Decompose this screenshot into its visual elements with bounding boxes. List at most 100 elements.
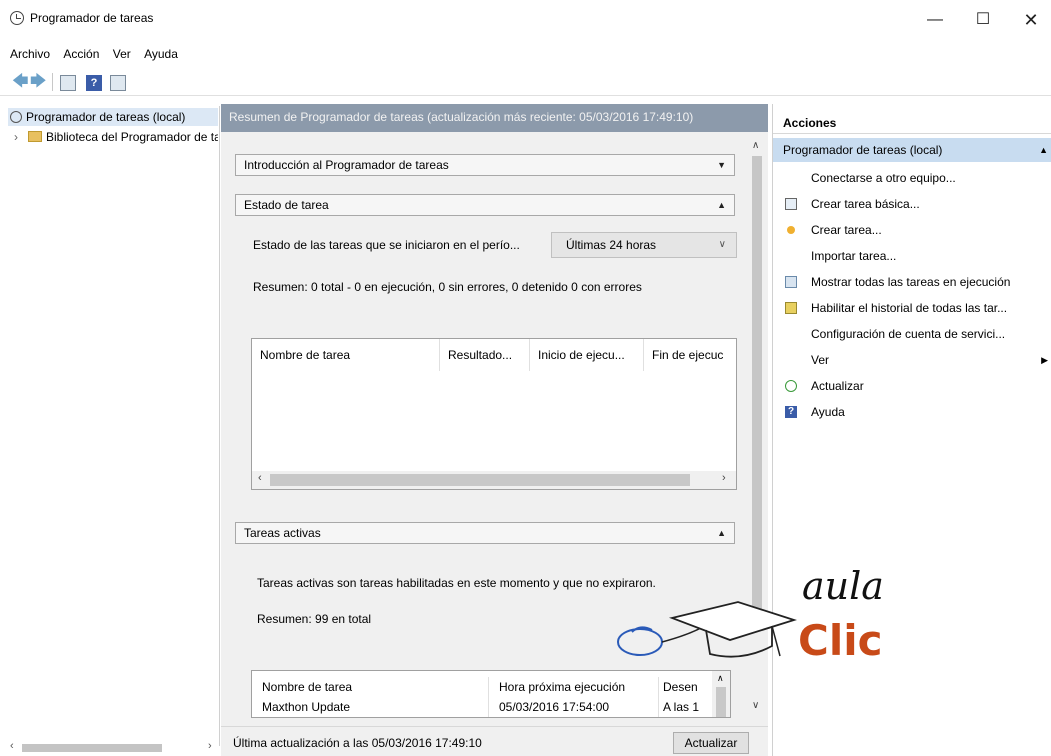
- table-header: Nombre de tarea Hora próxima ejecución D…: [252, 677, 730, 697]
- action-label: Mostrar todas las tareas en ejecución: [811, 275, 1011, 289]
- action-connect[interactable]: Conectarse a otro equipo...: [773, 166, 1051, 190]
- history-icon: [785, 302, 797, 314]
- show-hide-action-pane-icon[interactable]: [110, 75, 126, 91]
- logo-text-aula: aula: [802, 564, 884, 608]
- title-bar: Programador de tareas — ☐ ✕: [0, 0, 1051, 40]
- menu-ver[interactable]: Ver: [109, 44, 135, 64]
- basic-task-icon: [785, 198, 797, 210]
- column-header[interactable]: Fin de ejecuc: [644, 339, 736, 371]
- scroll-right-icon[interactable]: ›: [208, 740, 212, 752]
- maximize-button[interactable]: ☐: [960, 8, 1006, 32]
- activas-summary: Resumen: 99 en total: [257, 612, 372, 626]
- task-name-cell: Maxthon Update: [262, 700, 351, 714]
- submenu-arrow-icon: ▶: [1041, 355, 1048, 365]
- logo-text-clic: Clic: [798, 616, 883, 665]
- column-header[interactable]: Hora próxima ejecución: [488, 677, 658, 697]
- next-run-cell: 05/03/2016 17:54:00: [488, 697, 658, 717]
- table-horizontal-scrollbar[interactable]: ‹ ›: [252, 471, 736, 489]
- action-import-task[interactable]: Importar tarea...: [773, 244, 1051, 268]
- console-tree: Programador de tareas (local) › Bibliotec…: [8, 106, 220, 746]
- menu-ayuda[interactable]: Ayuda: [140, 44, 182, 64]
- active-tasks-table[interactable]: Nombre de tarea Hora próxima ejecución D…: [251, 670, 731, 718]
- show-hide-console-tree-icon[interactable]: [60, 75, 76, 91]
- action-service-account[interactable]: Configuración de cuenta de servici...: [773, 322, 1051, 346]
- trigger-cell: A las 1: [658, 697, 714, 717]
- action-show-running[interactable]: Mostrar todas las tareas en ejecución: [773, 270, 1051, 294]
- column-header[interactable]: Desen: [658, 677, 714, 697]
- section-estado-label: Estado de tarea: [244, 198, 329, 212]
- scroll-thumb[interactable]: [752, 156, 762, 626]
- period-dropdown[interactable]: Últimas 24 horas ∨: [551, 232, 737, 258]
- minimize-button[interactable]: —: [912, 8, 958, 32]
- toolbar: 🡄 🡆 ?: [0, 70, 1051, 96]
- action-label: Importar tarea...: [811, 249, 897, 263]
- refresh-button[interactable]: Actualizar: [673, 732, 749, 754]
- create-task-icon: [787, 226, 795, 234]
- scroll-thumb[interactable]: [22, 744, 162, 752]
- actions-header: Acciones: [773, 112, 1051, 134]
- action-label: Crear tarea básica...: [811, 197, 920, 211]
- period-dropdown-value: Últimas 24 horas: [566, 238, 657, 252]
- tree-horizontal-scrollbar[interactable]: ‹ ›: [8, 740, 220, 754]
- scroll-up-icon[interactable]: ∧: [752, 140, 759, 151]
- column-header[interactable]: Nombre de tarea: [252, 677, 488, 697]
- scroll-down-icon[interactable]: ∨: [752, 700, 759, 711]
- back-arrow-icon[interactable]: 🡄: [12, 74, 29, 91]
- action-view[interactable]: Ver ▶: [773, 348, 1051, 372]
- clock-icon: [10, 111, 22, 123]
- toolbar-separator: [52, 73, 53, 91]
- scroll-thumb[interactable]: [270, 474, 690, 486]
- column-header[interactable]: Inicio de ejecu...: [530, 339, 644, 371]
- mouse-graduation-cap-icon: [617, 601, 797, 658]
- last-update-text: Última actualización a las 05/03/2016 17…: [233, 736, 482, 750]
- actions-group-local[interactable]: Programador de tareas (local) ▲: [773, 138, 1051, 162]
- running-tasks-icon: [785, 276, 797, 288]
- table-vertical-scrollbar[interactable]: ∧: [712, 671, 730, 717]
- table-row[interactable]: Maxthon Update 05/03/2016 17:54:00 A las…: [252, 697, 730, 717]
- scroll-up-icon[interactable]: ∧: [717, 673, 724, 684]
- section-estado[interactable]: Estado de tarea ▲: [235, 194, 735, 216]
- action-label: Actualizar: [811, 379, 864, 393]
- column-header[interactable]: Nombre de tarea: [252, 339, 440, 371]
- section-activas-label: Tareas activas: [244, 526, 321, 540]
- table-header: Nombre de tarea Resultado... Inicio de e…: [252, 339, 736, 371]
- chevron-down-icon: ∨: [718, 239, 726, 250]
- collapse-arrow-icon[interactable]: ▲: [717, 523, 726, 543]
- section-introduccion-label: Introducción al Programador de tareas: [244, 158, 449, 172]
- forward-arrow-icon[interactable]: 🡆: [30, 74, 47, 91]
- help-icon[interactable]: ?: [86, 75, 102, 91]
- action-create-task[interactable]: Crear tarea...: [773, 218, 1051, 242]
- action-label: Ayuda: [811, 405, 845, 419]
- refresh-icon: [785, 380, 797, 392]
- action-create-basic-task[interactable]: Crear tarea básica...: [773, 192, 1051, 216]
- folder-icon: [28, 131, 42, 142]
- actions-group-label: Programador de tareas (local): [783, 143, 943, 157]
- action-enable-history[interactable]: Habilitar el historial de todas las tar.…: [773, 296, 1051, 320]
- collapse-arrow-icon[interactable]: ▲: [717, 195, 726, 215]
- column-header[interactable]: Resultado...: [440, 339, 530, 371]
- scroll-thumb[interactable]: [716, 687, 726, 717]
- clock-icon: [10, 11, 24, 25]
- action-label: Crear tarea...: [811, 223, 882, 237]
- action-label: Habilitar el historial de todas las tar.…: [811, 301, 1008, 315]
- section-introduccion[interactable]: Introducción al Programador de tareas ▼: [235, 154, 735, 176]
- activas-description: Tareas activas son tareas habilitadas en…: [257, 576, 656, 590]
- action-help[interactable]: ? Ayuda: [773, 400, 1051, 424]
- expand-arrow-icon[interactable]: ▼: [717, 155, 726, 175]
- action-label: Configuración de cuenta de servici...: [811, 327, 1006, 341]
- tree-item-root[interactable]: Programador de tareas (local): [8, 108, 218, 126]
- tree-item-library[interactable]: › Biblioteca del Programador de tareas: [8, 128, 218, 146]
- scroll-right-icon[interactable]: ›: [722, 472, 726, 484]
- action-label: Conectarse a otro equipo...: [811, 171, 956, 185]
- close-button[interactable]: ✕: [1008, 8, 1051, 32]
- scroll-left-icon[interactable]: ‹: [258, 472, 262, 484]
- expand-chevron-icon[interactable]: ›: [14, 130, 26, 144]
- section-activas[interactable]: Tareas activas ▲: [235, 522, 735, 544]
- menu-archivo[interactable]: Archivo: [6, 44, 54, 64]
- action-refresh[interactable]: Actualizar: [773, 374, 1051, 398]
- aulaclic-logo: aula Clic: [612, 564, 912, 674]
- scroll-left-icon[interactable]: ‹: [10, 740, 14, 752]
- task-status-table[interactable]: Nombre de tarea Resultado... Inicio de e…: [251, 338, 737, 490]
- collapse-arrow-icon[interactable]: ▲: [1039, 138, 1048, 162]
- menu-accion[interactable]: Acción: [59, 44, 103, 64]
